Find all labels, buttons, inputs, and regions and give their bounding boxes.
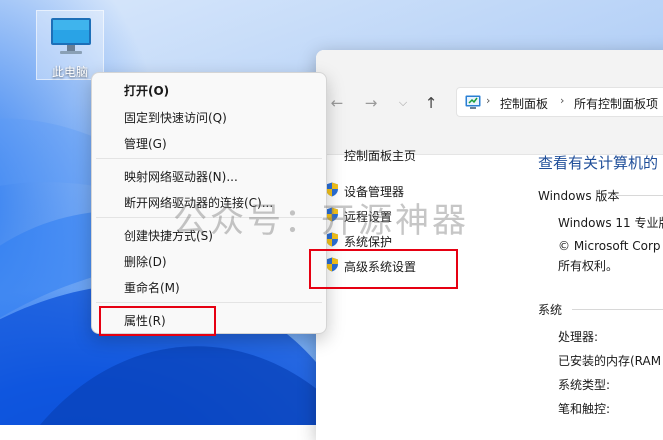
rights-text: 所有权利。: [558, 259, 619, 273]
control-panel-window: ← → ⌵ ↑ › 控制面板 › 所有控制面板项 控制面板主页 设备管理器 远程…: [316, 50, 663, 440]
menu-item-delete[interactable]: 删除(D): [124, 253, 167, 270]
ram-label: 已安装的内存(RAM: [558, 354, 662, 368]
pen-touch-label: 笔和触控:: [558, 402, 611, 416]
processor-label: 处理器:: [558, 330, 599, 344]
menu-separator: [96, 158, 322, 159]
back-arrow-icon[interactable]: ←: [328, 94, 346, 112]
menu-item-open[interactable]: 打开(O): [124, 82, 169, 99]
forward-arrow-icon[interactable]: →: [362, 94, 380, 112]
breadcrumb-chevron-icon: ›: [560, 94, 565, 107]
breadcrumb-chevron-icon: ›: [486, 94, 491, 107]
address-bar[interactable]: › 控制面板 › 所有控制面板项: [456, 87, 663, 117]
menu-item-pin-quick-access[interactable]: 固定到快速访问(Q): [124, 109, 227, 126]
system-type-label: 系统类型:: [558, 378, 611, 392]
section-divider: [612, 195, 663, 196]
control-panel-icon: [465, 95, 481, 109]
menu-item-map-network-drive[interactable]: 映射网络驱动器(N)...: [124, 168, 238, 185]
watermark-text: 公众号：开源神器: [173, 201, 469, 241]
menu-item-rename[interactable]: 重命名(M): [124, 279, 180, 296]
monitor-icon: [51, 18, 91, 54]
menu-separator: [96, 302, 322, 303]
system-header: 系统: [538, 303, 563, 317]
section-divider: [572, 309, 663, 310]
copyright-text: © Microsoft Corp: [558, 239, 661, 253]
windows-version-header: Windows 版本: [538, 189, 620, 203]
windows-edition: Windows 11 专业版: [558, 216, 663, 230]
breadcrumb-all-items[interactable]: 所有控制面板项: [574, 95, 658, 112]
recent-chevron-down-icon[interactable]: ⌵: [394, 94, 412, 112]
this-pc-desktop-icon[interactable]: 此电脑: [36, 10, 104, 80]
menu-item-manage[interactable]: 管理(G): [124, 135, 167, 152]
page-title: 查看有关计算机的: [538, 154, 659, 172]
control-panel-home-link[interactable]: 控制面板主页: [344, 147, 416, 164]
up-arrow-icon[interactable]: ↑: [422, 94, 440, 112]
breadcrumb-control-panel[interactable]: 控制面板: [500, 95, 548, 112]
highlight-advanced-settings-box: [309, 249, 458, 289]
highlight-properties-box: [99, 306, 216, 336]
